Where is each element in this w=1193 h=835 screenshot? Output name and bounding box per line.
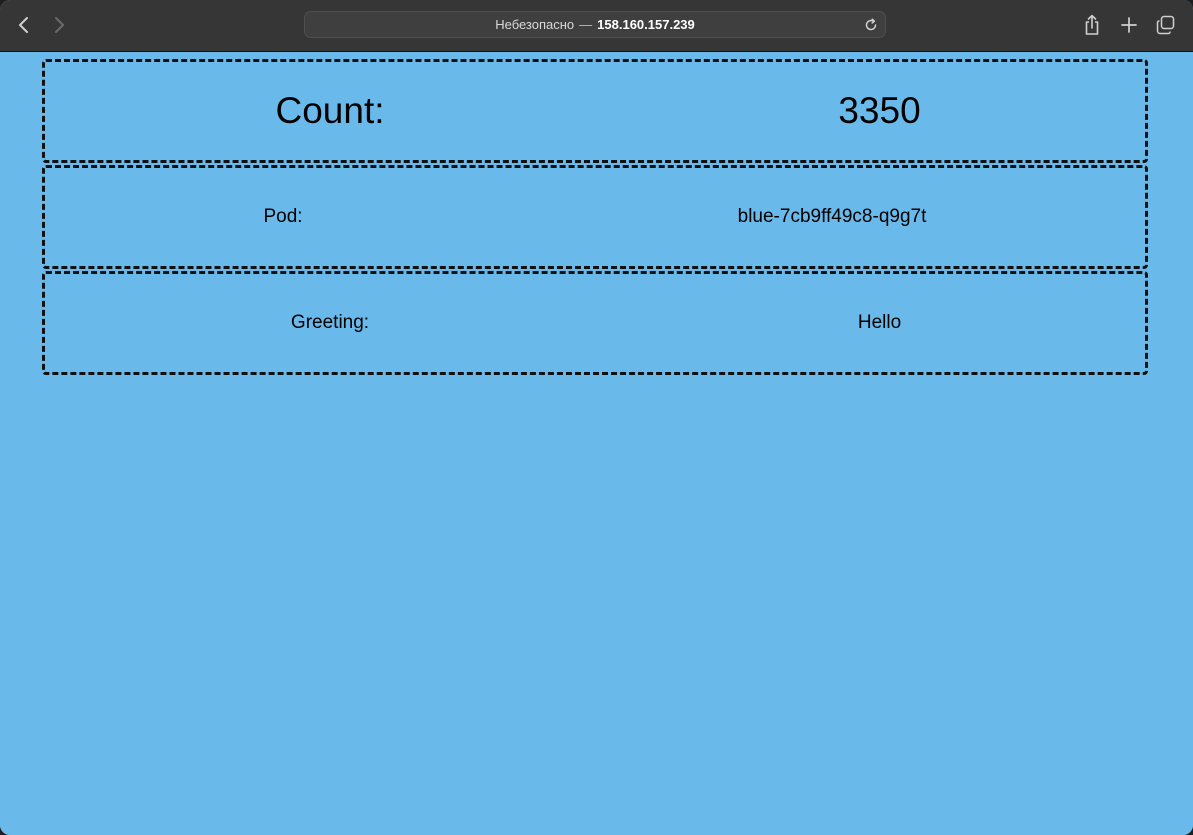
greeting-label: Greeting: [290,312,370,333]
reload-button[interactable] [863,17,879,33]
count-label: Count: [275,90,385,131]
forward-button[interactable] [47,12,71,38]
plus-icon [1121,17,1137,33]
new-tab-button[interactable] [1117,13,1141,37]
security-label: Небезопасно [495,17,575,32]
pod-value: blue-7cb9ff49c8-q9g7t [737,206,927,227]
chevron-right-icon [55,17,64,33]
address-host: 158.160.157.239 [597,17,695,32]
browser-toolbar: Небезопасно — 158.160.157.239 [0,0,1193,52]
greeting-value: Hello [857,312,902,333]
address-bar[interactable]: Небезопасно — 158.160.157.239 [304,11,886,38]
share-button[interactable] [1080,13,1104,37]
pod-row: Pod: blue-7cb9ff49c8-q9g7t [42,165,1148,269]
count-value: 3350 [838,90,921,131]
page-content: Count: 3350 Pod: blue-7cb9ff49c8-q9g7t G… [0,52,1193,835]
greeting-row: Greeting: Hello [42,271,1148,375]
address-separator: — [579,17,593,32]
count-row: Count: 3350 [42,59,1148,163]
tab-overview-button[interactable] [1154,13,1178,37]
tabs-overview-icon [1156,15,1175,35]
chevron-left-icon [19,17,28,33]
share-icon [1085,14,1099,35]
pod-label: Pod: [263,206,303,227]
browser-window: Небезопасно — 158.160.157.239 Count: 335… [0,0,1193,835]
back-button[interactable] [12,12,36,38]
reload-icon [865,18,877,31]
